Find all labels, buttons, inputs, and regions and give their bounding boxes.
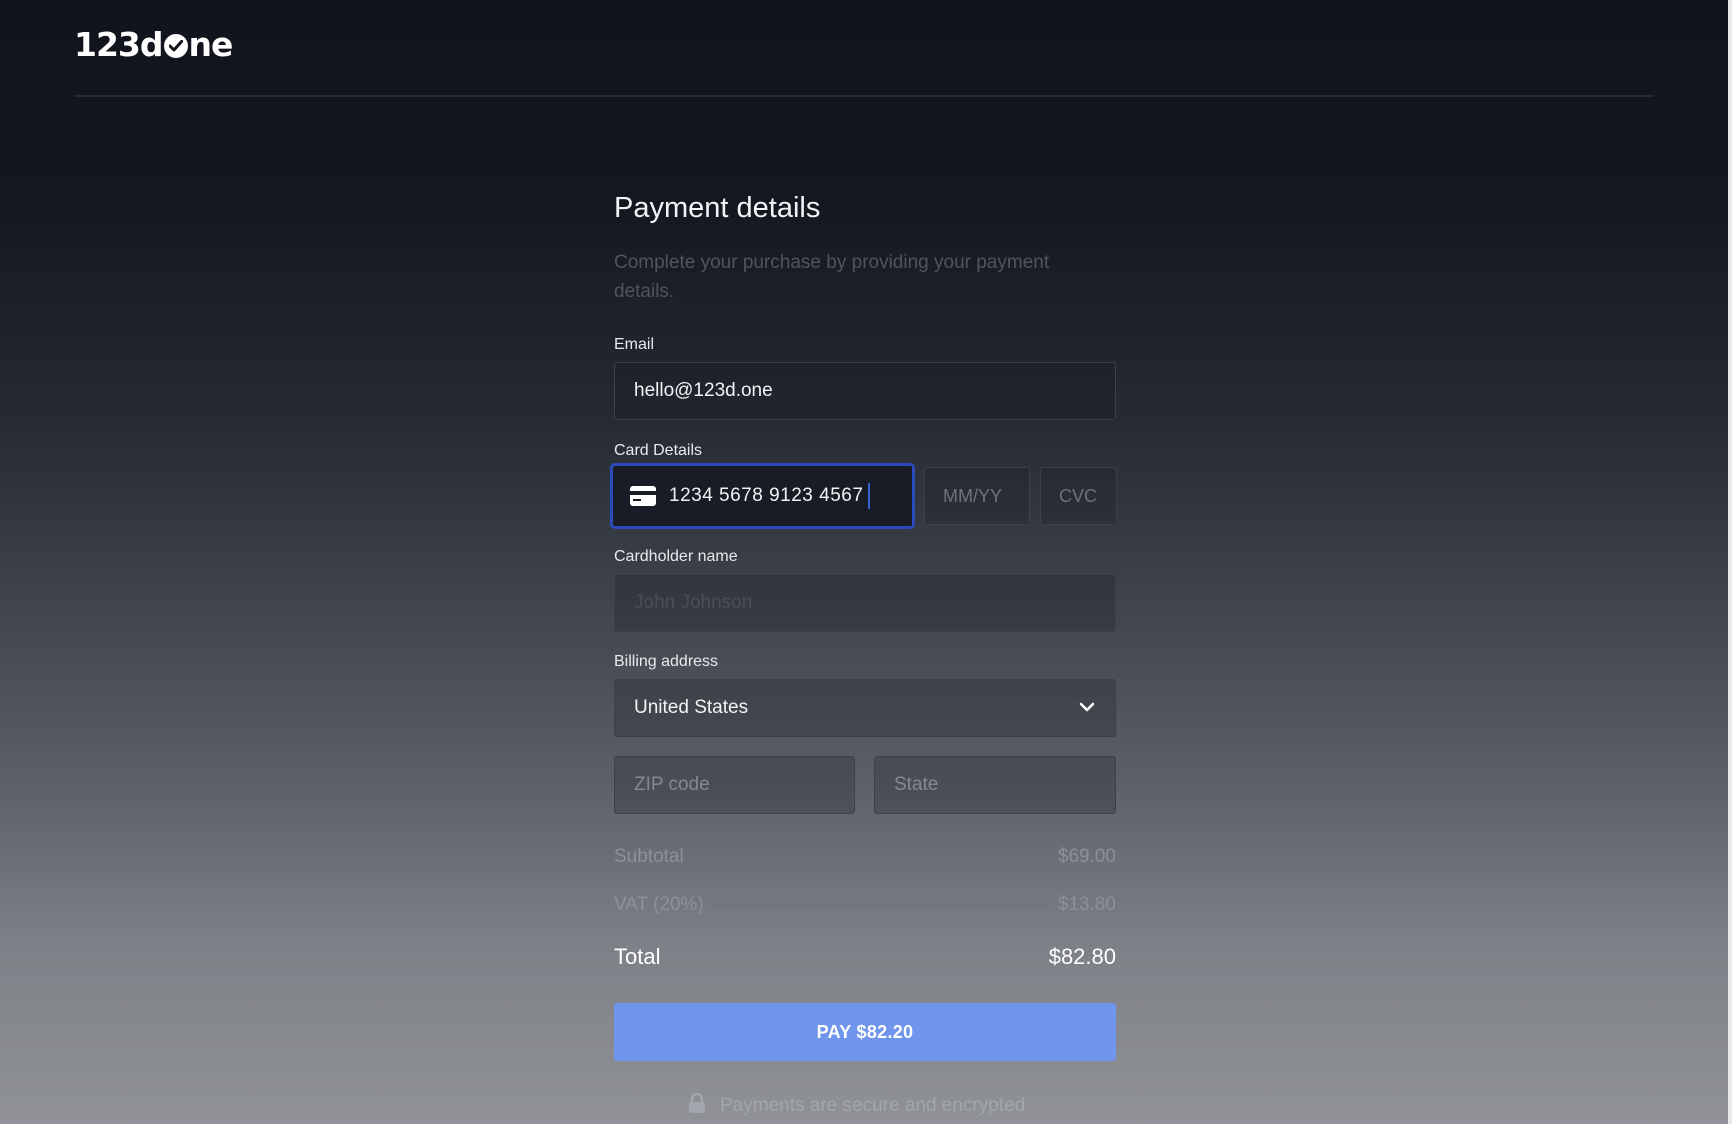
window-edge bbox=[1728, 0, 1732, 1124]
cardholder-input[interactable]: John Johnson bbox=[614, 574, 1116, 632]
dotted-leader bbox=[693, 856, 1048, 858]
header-divider bbox=[74, 95, 1654, 97]
total-row: Total $82.80 bbox=[614, 944, 1116, 970]
vat-label: VAT (20%) bbox=[614, 894, 704, 915]
card-details-label: Card Details bbox=[614, 442, 703, 459]
country-select[interactable]: United States bbox=[614, 679, 1116, 737]
country-value: United States bbox=[634, 697, 749, 718]
email-field[interactable]: hello@123d.one bbox=[614, 362, 1116, 420]
chevron-down-icon bbox=[1079, 697, 1095, 719]
page-subtitle: Complete your purchase by providing your… bbox=[614, 252, 1050, 302]
text-cursor bbox=[868, 483, 871, 509]
card-number-value: 1234 5678 9123 4567 bbox=[669, 485, 864, 506]
brand-logo[interactable]: 123d ne bbox=[74, 24, 234, 64]
pay-button[interactable]: PAY $82.20 bbox=[614, 1003, 1116, 1061]
lock-icon bbox=[688, 1092, 706, 1120]
header: 123d ne bbox=[74, 24, 234, 64]
expiry-input[interactable]: MM/YY bbox=[924, 467, 1030, 525]
logo-suffix: ne bbox=[188, 24, 234, 64]
subtotal-row: Subtotal $69.00 bbox=[614, 846, 1116, 868]
credit-card-icon bbox=[630, 486, 656, 506]
billing-address-label: Billing address bbox=[614, 653, 719, 670]
state-input[interactable]: State bbox=[874, 756, 1116, 814]
logo-prefix: 123d bbox=[74, 24, 164, 64]
zip-input[interactable]: ZIP code bbox=[614, 756, 855, 814]
secure-note: Payments are secure and encrypted bbox=[688, 1092, 1025, 1120]
cardholder-label: Cardholder name bbox=[614, 548, 738, 565]
page-title: Payment details bbox=[614, 192, 821, 224]
card-number-input[interactable]: 1234 5678 9123 4567 bbox=[610, 463, 915, 529]
cvc-input[interactable]: CVC bbox=[1040, 467, 1117, 525]
secure-text: Payments are secure and encrypted bbox=[720, 1095, 1026, 1116]
total-value: $82.80 bbox=[1048, 944, 1116, 969]
dotted-leader bbox=[713, 904, 1048, 906]
email-label: Email bbox=[614, 336, 655, 353]
checkmark-icon bbox=[163, 34, 188, 58]
vat-row: VAT (20%) $13.80 bbox=[614, 894, 1116, 916]
subtotal-label: Subtotal bbox=[614, 846, 684, 867]
vat-value: $13.80 bbox=[1057, 894, 1116, 915]
subtotal-value: $69.00 bbox=[1057, 846, 1116, 867]
total-label: Total bbox=[614, 944, 661, 969]
